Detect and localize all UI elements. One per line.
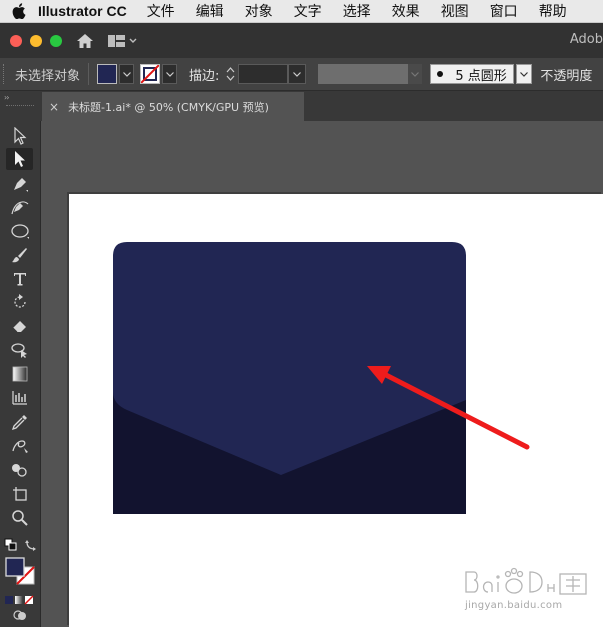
baidu-jingyan-watermark: jingyan.baidu.com [462,560,597,615]
watermark-url: jingyan.baidu.com [465,600,563,611]
baidu-logo-icon [465,567,587,595]
artwork-layer [113,242,530,514]
